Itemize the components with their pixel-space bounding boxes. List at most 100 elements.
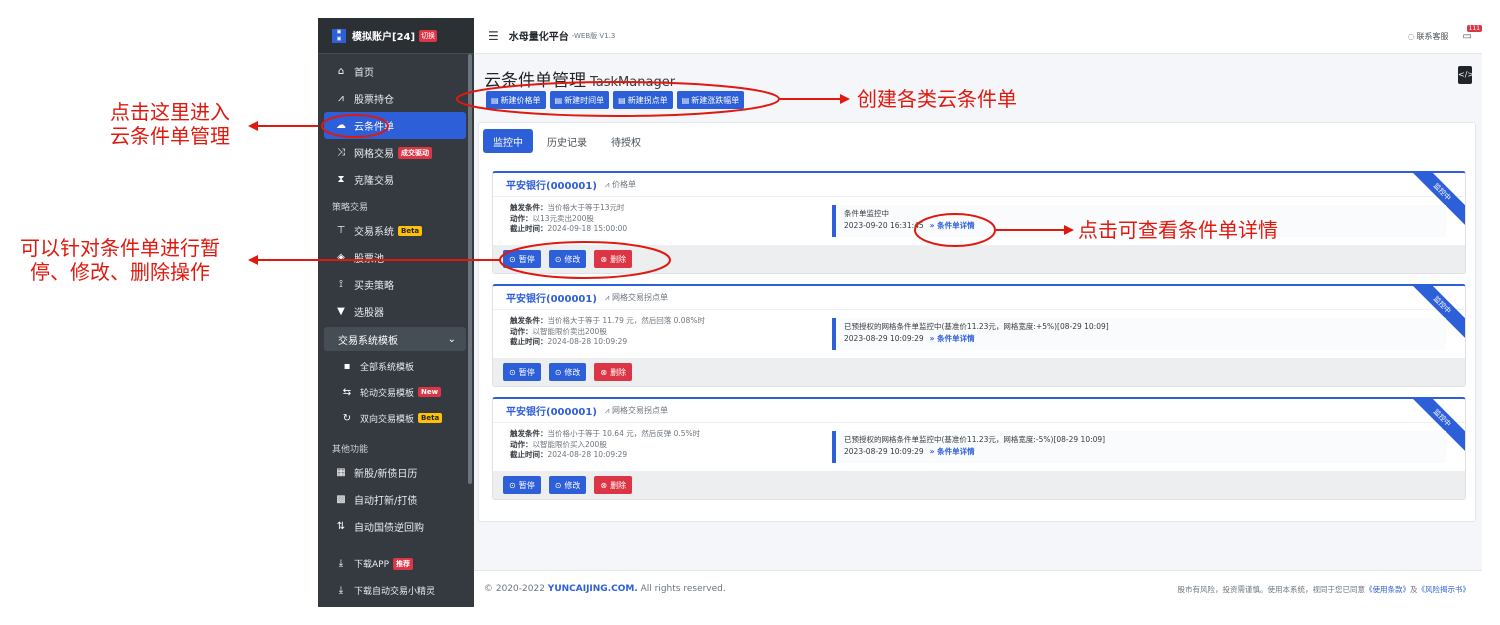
sidebar-item-all-templates[interactable]: ▪ 全部系统模板 [318, 353, 474, 379]
order-detail-link[interactable]: » 条件单详情 [930, 334, 975, 343]
new-time-order-button[interactable]: ▤ 新建时间单 [549, 91, 610, 109]
stock-name[interactable]: 平安银行(000001) [506, 177, 597, 192]
order-detail-link[interactable]: » 条件单详情 [930, 221, 975, 230]
delete-icon: ⊗ [600, 480, 608, 490]
button-label: 暂停 [518, 254, 535, 264]
delete-button[interactable]: ⊗ 删除 [594, 476, 633, 494]
shuffle-icon: ⤨ [337, 147, 345, 158]
annotation-operate: 可以针对条件单进行暂 停、修改、删除操作 [20, 236, 220, 284]
badge: New [418, 387, 442, 397]
book-icon: ▪ [343, 360, 351, 372]
badge: 成交驱动 [398, 146, 432, 159]
tab-pending-auth[interactable]: 待授权 [601, 129, 651, 153]
sidebar-item-label: 下载自动交易小精灵 [354, 587, 436, 597]
sidebar: ▣ ▣ 模拟账户[24] 切换 ⌂ 首页 ⩘ 股票持仓 ☁ 云条件单 ⤨ 网格交易 成交驱动… [318, 18, 474, 607]
tab-bar: 监控中 历史记录 待授权 [483, 129, 651, 153]
status-text: 已预授权的网格条件单监控中(基准价11.23元，网格宽度:+5%)[08-29 … [844, 322, 1109, 331]
stock-name[interactable]: 平安银行(000001) [506, 290, 597, 305]
account-header[interactable]: ▣ ▣ 模拟账户[24] 切换 [318, 18, 474, 54]
status-text: 已预授权的网格条件单监控中(基准价11.23元，网格宽度:-5%)[08-29 … [844, 435, 1106, 444]
pause-button[interactable]: ⊙ 暂停 [503, 476, 541, 494]
delete-button[interactable]: ⊗ 删除 [594, 250, 633, 268]
sidebar-item-label: 云条件单 [354, 122, 394, 133]
sidebar-item-label: 轮动交易模板 [360, 388, 415, 399]
sidebar-item-grid-trading[interactable]: ⤨ 网格交易 成交驱动 [318, 139, 474, 166]
order-card: 平安银行(000001) ⩘ 价格单 监控中 触发条件：当价格大于等于13元时 … [492, 171, 1466, 274]
filter-icon: ▼ [337, 306, 345, 317]
terms-link[interactable]: 《使用条款》 [1365, 585, 1410, 594]
sidebar-item-auto-repo[interactable]: ⇅ 自动国债逆回购 [318, 513, 474, 540]
create-buttons: ▤ 新建价格单 ▤ 新建时间单 ▤ 新建拐点单 ▤ 新建涨跌幅单 [486, 91, 745, 109]
sidebar-item-bidirectional-template[interactable]: ↻ 双向交易模板 Beta [318, 405, 474, 431]
status-time: 2023-08-29 10:09:29 [844, 447, 924, 456]
account-name: 模拟账户[24] [352, 32, 416, 43]
status-box: 已预授权的网格条件单监控中(基准价11.23元，网格宽度:-5%)[08-29 … [832, 431, 1446, 463]
sidebar-item-stock-picker[interactable]: ▼ 选股器 [318, 298, 474, 325]
calendar-icon: ▦ [336, 467, 346, 478]
cloud-icon: ☁ [336, 120, 346, 131]
delete-button[interactable]: ⊗ 删除 [594, 363, 633, 381]
copyright-site[interactable]: YUNCAIJING.COM. [548, 584, 638, 594]
copyright: © 2020-2022 YUNCAIJING.COM. All rights r… [484, 584, 726, 594]
sidebar-item-clone-trading[interactable]: ⧗ 克隆交易 [318, 166, 474, 193]
switch-account-button[interactable]: 切换 [419, 29, 438, 42]
sidebar-item-label: 买卖策略 [354, 281, 394, 292]
edit-button[interactable]: ⊙ 修改 [548, 250, 587, 268]
sidebar-item-download-helper[interactable]: ⤓ 下载自动交易小精灵 [318, 577, 474, 604]
line-chart-icon: ⩘ [604, 293, 612, 302]
menu-toggle-icon[interactable]: ☰ [488, 29, 499, 43]
sidebar-item-trading-system[interactable]: ⊤ 交易系统 Beta [318, 217, 474, 244]
new-price-order-button[interactable]: ▤ 新建价格单 [486, 91, 546, 109]
notification-badge: 111 [1466, 24, 1482, 32]
section-strategy: 策略交易 [332, 203, 369, 213]
risk-link[interactable]: 《风险揭示书》 [1418, 585, 1471, 594]
order-info: 触发条件：当价格大于等于13元时 动作：以13元卖出200股 截止时间：2024… [510, 203, 627, 235]
page-title-cn: 云条件单管理 [484, 71, 586, 91]
status-time: 2023-08-29 10:09:29 [844, 334, 924, 343]
pause-button[interactable]: ⊙ 暂停 [503, 363, 541, 381]
sidebar-item-rotation-template[interactable]: ⇆ 轮动交易模板 New [318, 379, 474, 405]
button-label: 删除 [610, 367, 627, 377]
badge: Beta [398, 225, 423, 236]
order-type: ⩘ 网格交易拐点单 [605, 292, 668, 303]
tab-history[interactable]: 历史记录 [537, 129, 597, 153]
deadline-label: 截止时间： [510, 224, 548, 233]
status-box: 已预授权的网格条件单监控中(基准价11.23元，网格宽度:+5%)[08-29 … [832, 318, 1446, 350]
edit-button[interactable]: ⊙ 修改 [548, 363, 587, 381]
sidebar-scrollbar[interactable] [468, 54, 472, 484]
sidebar-item-home[interactable]: ⌂ 首页 [318, 58, 474, 85]
edit-button[interactable]: ⊙ 修改 [548, 476, 587, 494]
trigger-value: 当价格大于等于13元时 [547, 203, 625, 212]
group-label: 交易系统模板 [338, 335, 398, 347]
support-link[interactable]: 联系客服 [1417, 31, 1449, 42]
section-other: 其他功能 [332, 445, 369, 455]
trigger-label: 触发条件： [510, 316, 548, 325]
brand-version: -WEB版 V1.3 [571, 31, 616, 40]
sidebar-item-download-app[interactable]: ⤓ 下载APP 推荐 [318, 550, 474, 577]
code-icon[interactable]: </> [1458, 66, 1474, 84]
tab-monitoring[interactable]: 监控中 [483, 129, 533, 153]
sidebar-item-label: 新股/新债日历 [354, 469, 418, 480]
order-type-label: 网格交易拐点单 [611, 406, 668, 415]
sidebar-item-cloud-orders[interactable]: ☁ 云条件单 [324, 112, 466, 139]
sidebar-item-holdings[interactable]: ⩘ 股票持仓 [318, 85, 474, 112]
sidebar-group-templates[interactable]: 交易系统模板 ⌄ [324, 327, 466, 351]
sidebar-item-stock-pool[interactable]: ◈ 股票池 [318, 244, 474, 271]
deadline-label: 截止时间： [510, 450, 548, 459]
order-detail-link[interactable]: » 条件单详情 [930, 447, 975, 456]
order-card: 平安银行(000001) ⩘ 网格交易拐点单 监控中 触发条件：当价格小于等于 … [492, 397, 1466, 500]
trigger-label: 触发条件： [510, 429, 548, 438]
pause-button[interactable]: ⊙ 暂停 [503, 250, 541, 268]
notification-button[interactable]: ▭ 111 [1463, 24, 1482, 42]
trigger-value: 当价格大于等于 11.79 元，然后回落 0.08%时 [547, 316, 705, 325]
sidebar-item-label: 自动国债逆回购 [354, 523, 424, 534]
sidebar-item-auto-ipo[interactable]: ▩ 自动打新/打债 [318, 486, 474, 513]
swap-icon: ⇆ [342, 386, 352, 398]
annotation-enter: 点击这里进入 云条件单管理 [110, 100, 230, 148]
sidebar-item-ipo-calendar[interactable]: ▦ 新股/新债日历 [318, 459, 474, 486]
disclaimer-text: 股市有风险，投资需谨慎。使用本系统，视同于您已同意 [1177, 584, 1366, 594]
new-turning-order-button[interactable]: ▤ 新建拐点单 [613, 91, 673, 109]
stock-name[interactable]: 平安银行(000001) [506, 403, 597, 418]
new-change-order-button[interactable]: ▤ 新建涨跌幅单 [676, 91, 745, 109]
sidebar-item-trade-strategy[interactable]: ⟟ 买卖策略 [318, 271, 474, 298]
